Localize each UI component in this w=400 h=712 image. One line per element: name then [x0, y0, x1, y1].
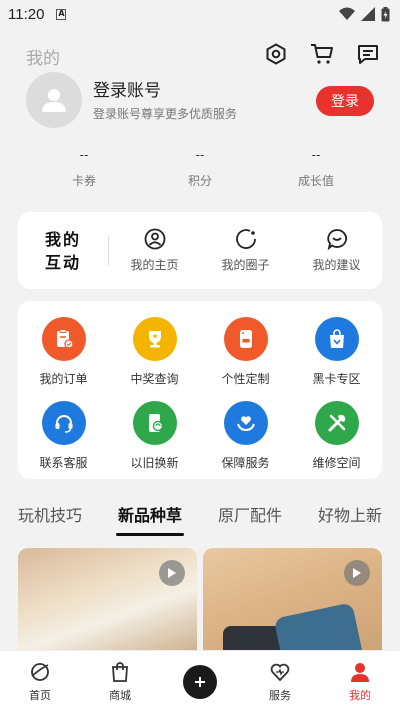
plus-icon: [183, 664, 217, 699]
tab-accessories[interactable]: 原厂配件: [200, 500, 300, 540]
tab-service[interactable]: 服务: [240, 661, 320, 703]
interaction-title-line1: 我的: [44, 229, 81, 249]
stats-row: -- 卡券 -- 积分 -- 成长值: [26, 148, 374, 189]
profile-section: 登录账号 登录账号尊享更多优质服务 登录: [26, 72, 376, 132]
tab-home-label: 首页: [29, 688, 51, 702]
avatar[interactable]: [26, 72, 82, 128]
interaction-card: 我的 互动 我的主页 我的圈子 我的建议: [18, 212, 382, 289]
battery-icon: [381, 6, 390, 21]
shopping-bag-icon: [112, 661, 128, 682]
tab-mall-label: 商城: [109, 688, 131, 702]
cart-icon[interactable]: [310, 42, 334, 66]
stat-label: 卡券: [71, 174, 96, 188]
page-title: 我的: [26, 49, 60, 69]
my-orders-label: 我的订单: [39, 372, 88, 386]
circle-icon: [235, 229, 256, 249]
trade-in-label: 以旧换新: [130, 456, 179, 470]
my-suggestion-item[interactable]: 我的建议: [291, 228, 382, 273]
my-suggestion-label: 我的建议: [312, 258, 361, 272]
customization-item[interactable]: 个性定制: [200, 317, 291, 387]
repair-space-label: 维修空间: [312, 456, 361, 470]
my-circle-item[interactable]: 我的圈子: [200, 228, 291, 273]
heart-hand-icon: [223, 401, 268, 445]
login-hint: 登录账号尊享更多优质服务: [93, 107, 238, 121]
my-orders-item[interactable]: 我的订单: [18, 317, 109, 387]
headset-icon: [41, 401, 86, 445]
protection-service-item[interactable]: 保障服务: [200, 401, 291, 471]
user-icon: [144, 228, 165, 250]
tab-mine-label: 我的: [349, 688, 371, 702]
stat-points[interactable]: -- 积分: [142, 148, 258, 189]
tools-icon: [314, 401, 359, 445]
customer-service-label: 联系客服: [39, 456, 88, 470]
header-actions: [264, 42, 380, 66]
stat-label: 积分: [187, 174, 212, 188]
interaction-title-line2: 互动: [44, 252, 81, 272]
my-circle-label: 我的圈子: [221, 258, 270, 272]
signal-icon: [361, 7, 375, 21]
black-card-item[interactable]: 黑卡专区: [291, 317, 382, 387]
feed-card[interactable]: [18, 548, 197, 658]
status-time: 11:20: [8, 5, 45, 23]
planet-icon: [31, 662, 49, 681]
notification-a-icon: A: [56, 8, 67, 20]
interaction-title: 我的 互动: [18, 228, 108, 274]
protection-service-label: 保障服务: [221, 456, 270, 470]
diy-icon: [223, 317, 268, 361]
stat-value: --: [79, 148, 89, 162]
tab-plus[interactable]: [160, 664, 240, 699]
my-homepage-item[interactable]: 我的主页: [109, 228, 200, 273]
status-bar: 11:20 A: [0, 0, 400, 28]
customer-service-item[interactable]: 联系客服: [18, 401, 109, 471]
wifi-icon: [339, 7, 355, 20]
customization-label: 个性定制: [221, 372, 270, 386]
play-icon[interactable]: [159, 560, 185, 586]
trade-in-item[interactable]: 以旧换新: [109, 401, 200, 471]
my-homepage-label: 我的主页: [130, 258, 179, 272]
stat-coupons[interactable]: -- 卡券: [26, 148, 142, 189]
content-feed: [18, 548, 382, 658]
person-icon: [351, 662, 369, 682]
avatar-person-icon: [42, 89, 66, 112]
trophy-icon: [132, 317, 177, 361]
trade-in-icon: [132, 401, 177, 445]
prize-query-item[interactable]: 中奖查询: [109, 317, 200, 387]
bottom-tab-bar: 首页 商城 服务 我的: [0, 650, 400, 712]
tab-service-label: 服务: [269, 688, 291, 702]
settings-icon[interactable]: [264, 42, 288, 66]
prize-query-label: 中奖查询: [130, 372, 179, 386]
order-icon: [41, 317, 86, 361]
tab-mine[interactable]: 我的: [320, 661, 400, 703]
stat-value: --: [195, 148, 205, 162]
login-button[interactable]: 登录: [316, 86, 374, 116]
play-icon[interactable]: [344, 560, 370, 586]
stat-growth[interactable]: -- 成长值: [258, 148, 374, 189]
bag-icon: [314, 317, 359, 361]
content-tabs: 玩机技巧 新品种草 原厂配件 好物上新: [0, 500, 400, 540]
tab-new-arrivals[interactable]: 好物上新: [300, 500, 400, 540]
chat-icon: [326, 229, 347, 250]
stat-label: 成长值: [297, 174, 334, 188]
heart-icon: [270, 663, 290, 681]
tab-home[interactable]: 首页: [0, 661, 80, 703]
message-icon[interactable]: [356, 42, 380, 66]
tab-new-products[interactable]: 新品种草: [100, 500, 200, 540]
black-card-label: 黑卡专区: [312, 372, 361, 386]
status-right: [339, 6, 390, 22]
login-account-label[interactable]: 登录账号: [93, 76, 161, 101]
repair-space-item[interactable]: 维修空间: [291, 401, 382, 471]
tab-mall[interactable]: 商城: [80, 661, 160, 703]
stat-value: --: [311, 148, 321, 162]
feed-card[interactable]: [203, 548, 382, 658]
tab-tips[interactable]: 玩机技巧: [0, 500, 100, 540]
services-card: 我的订单 中奖查询 个性定制 黑卡专区 联系客服 以旧换新 保障服务 维修空间: [18, 301, 382, 479]
